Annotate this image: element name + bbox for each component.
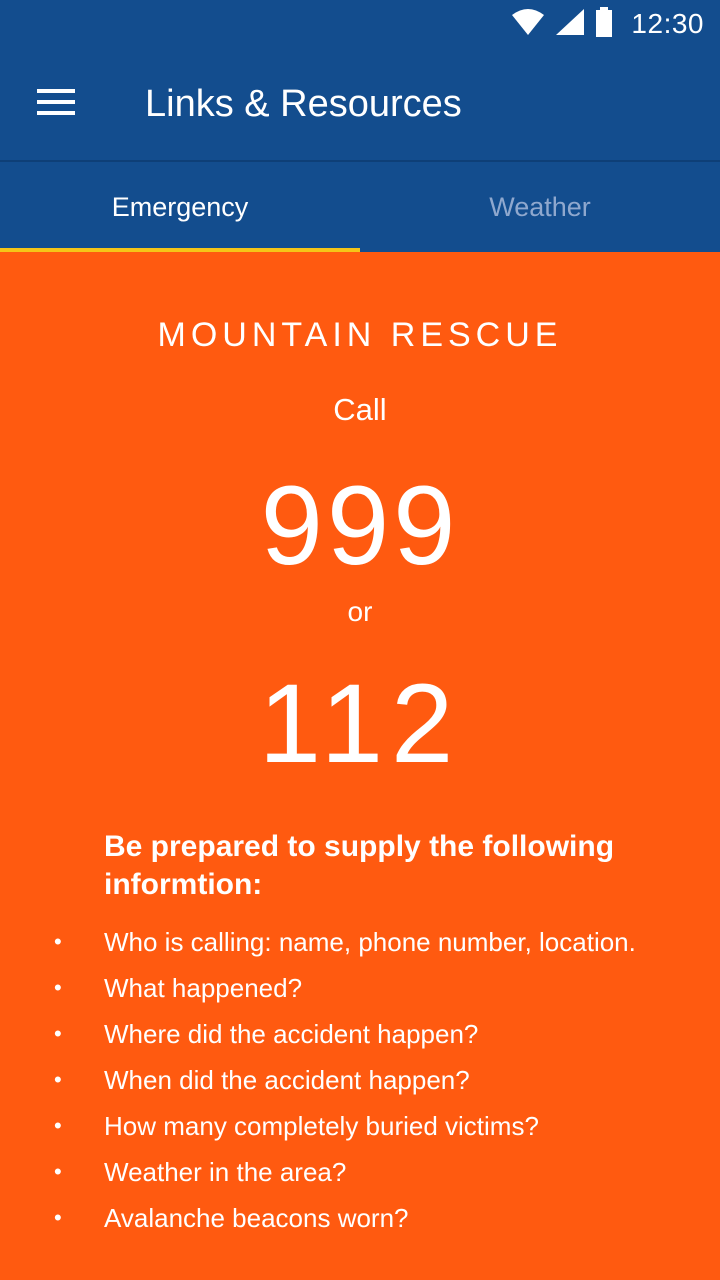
bullet: • — [54, 1067, 62, 1092]
status-bar: 12:30 — [0, 0, 720, 48]
app-toolbar: Links & Resources — [0, 48, 720, 160]
list-item-text: What happened? — [104, 973, 303, 1003]
bullet: • — [54, 929, 62, 954]
list-item-text: Who is calling: name, phone number, loca… — [104, 927, 636, 957]
bullet: • — [54, 1205, 62, 1230]
list-item: • What happened? — [0, 968, 720, 1014]
signal-icon — [555, 8, 585, 41]
list-item: • How many completely buried victims? — [0, 1106, 720, 1152]
tab-emergency[interactable]: Emergency — [0, 162, 360, 252]
page-title: Links & Resources — [145, 83, 462, 125]
information-checklist: • Who is calling: name, phone number, loc… — [0, 922, 720, 1244]
bullet: • — [54, 1113, 62, 1138]
emergency-number-112[interactable]: 112 — [0, 662, 720, 785]
instructions-text: Be prepared to supply the following info… — [104, 830, 615, 901]
bullet: • — [54, 1021, 62, 1046]
list-item: • Where did the accident happen? — [0, 1014, 720, 1060]
tab-bar: Emergency Weather — [0, 162, 720, 252]
list-item-text: Weather in the area? — [104, 1157, 347, 1187]
list-item-text: Where did the accident happen? — [104, 1019, 479, 1049]
list-item-text: Avalanche beacons worn? — [104, 1203, 409, 1233]
menu-button[interactable] — [24, 74, 88, 134]
list-item-text: When did the accident happen? — [104, 1065, 470, 1095]
hamburger-menu-icon — [37, 88, 75, 120]
emergency-content: MOUNTAIN RESCUE Call 999 or 112 Be prepa… — [0, 252, 720, 1280]
list-item: • When did the accident happen? — [0, 1060, 720, 1106]
list-item: • Who is calling: name, phone number, loc… — [0, 922, 720, 968]
emergency-number-999[interactable]: 999 — [0, 464, 720, 587]
list-item: • Weather in the area? — [0, 1152, 720, 1198]
status-time: 12:30 — [631, 8, 704, 39]
bullet: • — [54, 1159, 62, 1184]
list-item-text: How many completely buried victims? — [104, 1111, 539, 1141]
section-heading: MOUNTAIN RESCUE — [157, 316, 563, 354]
battery-icon — [595, 6, 613, 42]
wifi-icon — [511, 8, 545, 41]
call-label: Call — [333, 392, 387, 427]
list-item: • Avalanche beacons worn? — [0, 1198, 720, 1244]
tab-weather[interactable]: Weather — [360, 162, 720, 252]
status-icons: 12:30 — [511, 0, 704, 48]
bullet: • — [54, 975, 62, 1000]
or-label: or — [347, 596, 373, 627]
